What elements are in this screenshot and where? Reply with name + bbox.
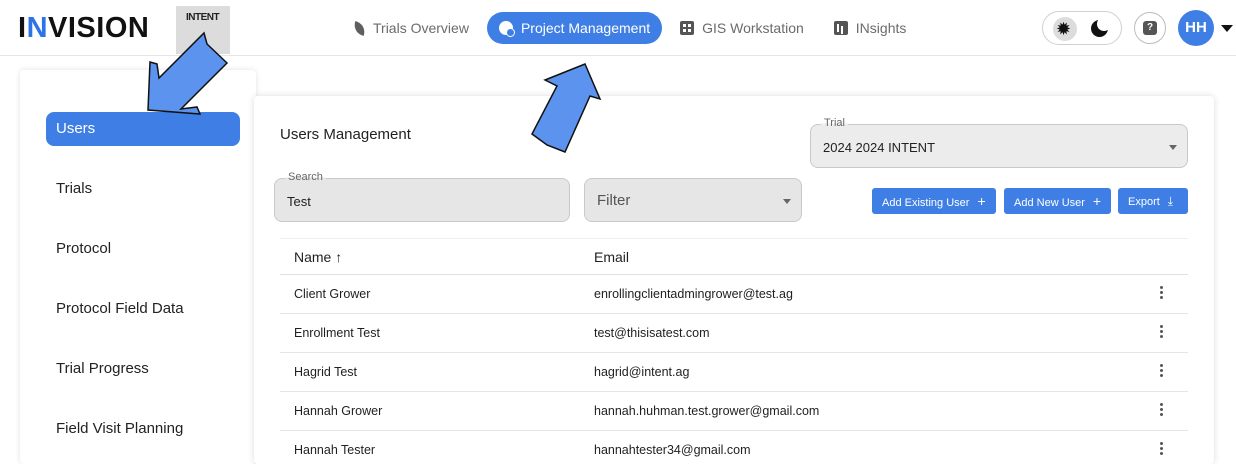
- more-vert-icon[interactable]: [1158, 361, 1164, 381]
- column-header-email[interactable]: Email: [594, 249, 629, 265]
- search-input[interactable]: Search Test: [274, 171, 570, 222]
- plus-icon: +: [1092, 193, 1102, 209]
- cell-name: Hannah Tester: [294, 443, 376, 457]
- cell-name: Hagrid Test: [294, 365, 357, 379]
- main-nav: Trials Overview Project Management GIS W…: [342, 12, 918, 44]
- nav-label: INsights: [855, 20, 907, 36]
- cell-name: Client Grower: [294, 287, 371, 301]
- add-new-user-button[interactable]: Add New User +: [1004, 188, 1112, 214]
- chevron-down-icon[interactable]: [1221, 25, 1233, 32]
- cell-email: test@thisisatest.com: [594, 326, 710, 340]
- logo-text: VISION: [48, 12, 150, 44]
- nav-insights[interactable]: INsights: [822, 12, 919, 44]
- cell-email: hannahtester34@gmail.com: [594, 443, 751, 457]
- nav-label: GIS Workstation: [702, 20, 804, 36]
- nav-label: Trials Overview: [373, 20, 469, 36]
- users-management-card: Users Management Trial 2024 2024 INTENT …: [254, 96, 1214, 464]
- add-existing-user-button[interactable]: Add Existing User +: [872, 188, 996, 214]
- button-label: Export: [1128, 196, 1160, 208]
- sidebar-item-field-visit-planning[interactable]: Field Visit Planning: [46, 412, 240, 446]
- logo-letter-n: N: [26, 12, 49, 44]
- chevron-down-icon: [1169, 145, 1177, 150]
- logo-letter-i: I: [18, 12, 27, 44]
- table-row[interactable]: Enrollment Test test@thisisatest.com: [280, 314, 1188, 353]
- moon-icon[interactable]: [1091, 17, 1111, 37]
- button-label: Add Existing User: [882, 197, 970, 209]
- cell-name: Hannah Grower: [294, 404, 383, 418]
- trial-value: 2024 2024 INTENT: [823, 140, 936, 155]
- help-icon: ?: [1143, 21, 1157, 35]
- button-label: Add New User: [1014, 197, 1085, 209]
- cell-email: hannah.huhman.test.grower@gmail.com: [594, 404, 820, 418]
- sidebar-item-protocol[interactable]: Protocol: [46, 232, 240, 266]
- search-label: Search: [285, 171, 326, 184]
- nav-trials-overview[interactable]: Trials Overview: [342, 12, 481, 44]
- trial-select[interactable]: Trial 2024 2024 INTENT: [810, 117, 1188, 168]
- project-icon: [498, 21, 515, 37]
- table-row[interactable]: Client Grower enrollingclientadmingrower…: [280, 275, 1188, 314]
- more-vert-icon[interactable]: [1158, 400, 1164, 420]
- sidebar-item-trial-progress[interactable]: Trial Progress: [46, 352, 240, 386]
- app-logo[interactable]: INVISION: [18, 12, 149, 44]
- sidebar: Users Trials Protocol Protocol Field Dat…: [20, 70, 256, 464]
- users-table: Name ↑ Email Client Grower enrollingclie…: [280, 238, 1188, 464]
- cell-email: enrollingclientadmingrower@test.ag: [594, 287, 793, 301]
- column-header-name[interactable]: Name ↑: [294, 249, 342, 265]
- nav-label: Project Management: [520, 20, 651, 36]
- more-vert-icon[interactable]: [1158, 322, 1164, 342]
- table-header: Name ↑ Email: [280, 239, 1188, 275]
- help-button[interactable]: ?: [1134, 12, 1166, 44]
- cell-email: hagrid@intent.ag: [594, 365, 690, 379]
- table-row[interactable]: Hagrid Test hagrid@intent.ag: [280, 353, 1188, 392]
- table-row[interactable]: Hannah Tester hannahtester34@gmail.com: [280, 431, 1188, 464]
- more-vert-icon[interactable]: [1158, 439, 1164, 459]
- page-title: Users Management: [280, 126, 411, 143]
- sidebar-item-protocol-field-data[interactable]: Protocol Field Data: [46, 292, 240, 326]
- export-button[interactable]: Export ⤓: [1118, 188, 1188, 214]
- nav-project-management[interactable]: Project Management: [486, 12, 663, 44]
- search-value: Test: [287, 194, 311, 209]
- sidebar-item-trials[interactable]: Trials: [46, 172, 240, 206]
- brand-badge-text: INTENT: [186, 12, 220, 23]
- sidebar-item-users[interactable]: Users: [46, 112, 240, 146]
- download-icon: ⤓: [1167, 194, 1174, 208]
- table-row[interactable]: Hannah Grower hannah.huhman.test.grower@…: [280, 392, 1188, 431]
- brand-badge: INTENT: [176, 6, 230, 54]
- cell-name: Enrollment Test: [294, 326, 380, 340]
- filter-placeholder: Filter: [597, 192, 631, 209]
- trial-label: Trial: [821, 117, 848, 130]
- chevron-down-icon: [783, 199, 791, 204]
- filter-select[interactable]: Filter: [584, 178, 802, 222]
- sun-icon[interactable]: [1053, 17, 1077, 41]
- more-vert-icon[interactable]: [1158, 283, 1164, 303]
- avatar[interactable]: HH: [1178, 10, 1214, 46]
- plus-icon: +: [977, 193, 986, 209]
- grid-icon: [680, 21, 695, 35]
- theme-toggle[interactable]: [1042, 11, 1122, 45]
- nav-gis-workstation[interactable]: GIS Workstation: [668, 12, 816, 44]
- top-bar: INVISION INTENT Trials Overview Project …: [0, 0, 1236, 56]
- leaf-icon: [352, 20, 367, 36]
- insights-icon: [833, 21, 848, 35]
